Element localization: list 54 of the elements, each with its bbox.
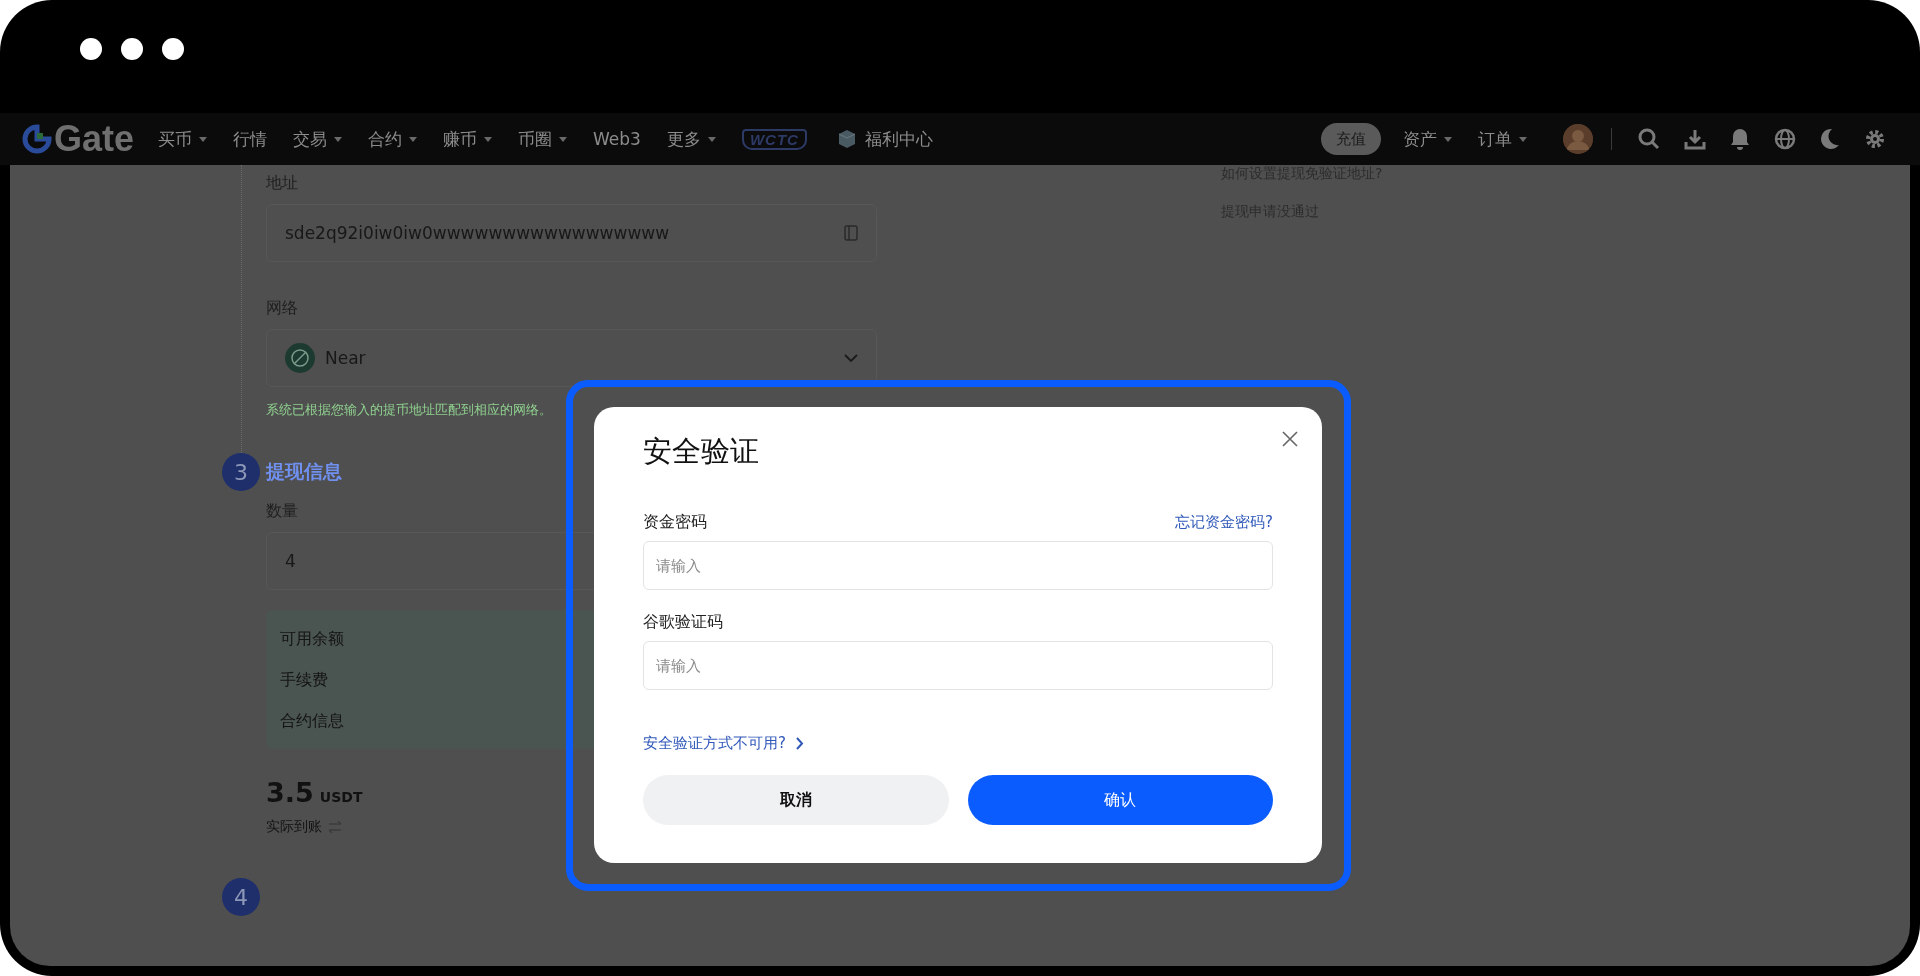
- section-title: 提现信息: [266, 459, 342, 484]
- chevron-right-icon: [795, 737, 804, 750]
- moon-icon[interactable]: [1820, 128, 1840, 150]
- confirm-button[interactable]: 确认: [967, 775, 1273, 825]
- caret-icon: [1444, 136, 1452, 142]
- nav-item[interactable]: 币圈: [518, 127, 568, 151]
- download-icon[interactable]: [1684, 128, 1706, 150]
- field-label: 资金密码: [643, 512, 707, 533]
- currency-unit: USDT: [319, 789, 363, 805]
- nav-item[interactable]: 赚币: [443, 127, 493, 151]
- balance-label: 手续费: [280, 669, 329, 691]
- input-field[interactable]: 请输入: [643, 541, 1273, 590]
- caret-icon: [409, 136, 418, 142]
- nav-item[interactable]: 交易: [293, 127, 343, 151]
- nav-item[interactable]: 合约: [368, 127, 418, 151]
- caret-icon: [484, 136, 493, 142]
- nav-item[interactable]: 买币: [158, 127, 208, 151]
- field-label: 谷歌验证码: [643, 612, 723, 633]
- nav-item[interactable]: 福利中心: [836, 127, 933, 151]
- caret-icon: [707, 136, 716, 142]
- chevron-down-icon: [844, 354, 858, 362]
- nav-item[interactable]: 更多: [666, 127, 716, 151]
- cube-icon: [836, 129, 857, 149]
- caret-icon: [334, 136, 343, 142]
- step-number: 4: [222, 878, 260, 916]
- logo-icon: [22, 124, 52, 154]
- nav-item[interactable]: 订单: [1478, 127, 1527, 151]
- logo-text[interactable]: Gate: [54, 118, 135, 160]
- globe-icon[interactable]: [1774, 128, 1796, 150]
- window-dot: [80, 37, 102, 60]
- dialog-title: 安全验证: [643, 433, 760, 470]
- balance-label: 可用余额: [280, 628, 345, 650]
- balance-label: 合约信息: [280, 710, 345, 732]
- near-coin-icon: [285, 343, 315, 373]
- cancel-button[interactable]: 取消: [643, 775, 949, 825]
- received-label: 实际到账: [266, 818, 322, 836]
- bell-icon[interactable]: [1730, 128, 1750, 150]
- avatar[interactable]: [1563, 124, 1593, 154]
- input-field[interactable]: 请输入: [643, 641, 1273, 690]
- step-number: 3: [222, 453, 260, 491]
- caret-icon: [1519, 136, 1527, 142]
- received-amount: 3.5: [266, 777, 314, 808]
- caret-icon: [559, 136, 568, 142]
- window-dot: [162, 37, 184, 60]
- verification-unavailable-link[interactable]: 安全验证方式不可用?: [643, 734, 804, 753]
- search-icon[interactable]: [1638, 128, 1660, 150]
- caret-icon: [199, 136, 208, 142]
- window-dot: [121, 37, 143, 60]
- nav-item[interactable]: 行情: [233, 127, 268, 151]
- network-hint: 系统已根据您输入的提币地址匹配到相应的网络。: [266, 401, 553, 419]
- nav-item[interactable]: 资产: [1403, 127, 1452, 151]
- nav-item[interactable]: Web3: [593, 129, 641, 149]
- forgot-password-link[interactable]: 忘记资金密码?: [1175, 513, 1273, 532]
- settings-icon[interactable]: [1864, 128, 1886, 150]
